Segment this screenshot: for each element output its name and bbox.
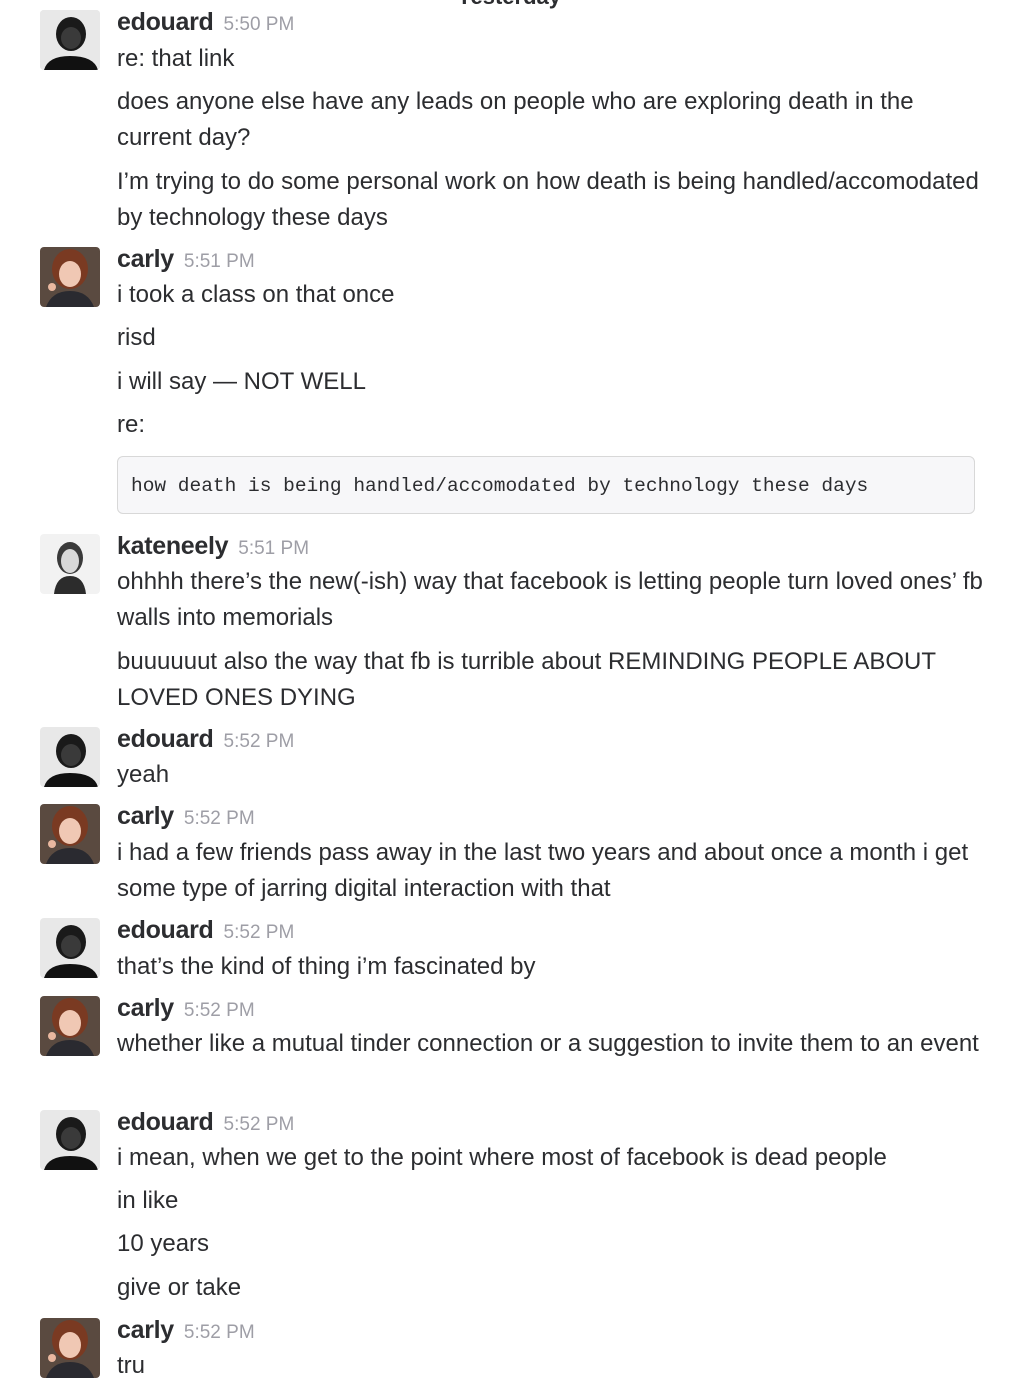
message-text: risd: [117, 324, 156, 351]
avatar-carly[interactable]: [40, 996, 100, 1056]
username[interactable]: carly: [117, 1316, 174, 1344]
avatar-carly[interactable]: [40, 804, 100, 864]
message-text: i will say — NOT WELL: [117, 368, 366, 395]
message-text: i mean, when we get to the point where m…: [117, 1144, 887, 1171]
timestamp[interactable]: 5:52 PM: [224, 1114, 295, 1135]
timestamp[interactable]: 5:52 PM: [184, 1000, 255, 1021]
username[interactable]: edouard: [117, 916, 214, 944]
avatar-edouard[interactable]: [40, 10, 100, 70]
message-text: ohhhh there’s the new(-ish) way that fac…: [117, 568, 983, 631]
username[interactable]: edouard: [117, 1108, 214, 1136]
message-text: I’m trying to do some personal work on h…: [117, 168, 979, 231]
message-text: 10 years: [117, 1230, 210, 1257]
timestamp[interactable]: 5:50 PM: [224, 14, 295, 35]
message-text: i took a class on that once: [117, 281, 395, 308]
message-text: buuuuuut also the way that fb is turribl…: [117, 648, 936, 711]
avatar-edouard[interactable]: [40, 727, 100, 787]
message-text: tru: [117, 1352, 146, 1379]
message-text: that’s the kind of thing i’m fascinated …: [117, 953, 536, 980]
message-text: yeah: [117, 761, 170, 788]
username[interactable]: carly: [117, 994, 174, 1022]
message-text: in like: [117, 1187, 179, 1214]
timestamp[interactable]: 5:51 PM: [184, 251, 255, 272]
username[interactable]: edouard: [117, 8, 214, 36]
code-block: how death is being handled/accomodated b…: [117, 456, 975, 514]
message-text: does anyone else have any leads on peopl…: [117, 88, 914, 151]
message-text: whether like a mutual tinder connection …: [117, 1030, 979, 1057]
username[interactable]: carly: [117, 802, 174, 830]
avatar-carly[interactable]: [40, 1318, 100, 1378]
username[interactable]: edouard: [117, 725, 214, 753]
avatar-carly[interactable]: [40, 247, 100, 307]
message-text: re: that link: [117, 45, 235, 72]
timestamp[interactable]: 5:52 PM: [184, 808, 255, 829]
username[interactable]: carly: [117, 245, 174, 273]
avatar-edouard[interactable]: [40, 918, 100, 978]
avatar-kateneely[interactable]: [40, 534, 100, 594]
username[interactable]: kateneely: [117, 532, 229, 560]
timestamp[interactable]: 5:52 PM: [224, 731, 295, 752]
timestamp[interactable]: 5:51 PM: [238, 538, 309, 559]
message-text: re:: [117, 411, 146, 438]
timestamp[interactable]: 5:52 PM: [184, 1322, 255, 1343]
message-text: give or take: [117, 1274, 242, 1301]
avatar-edouard[interactable]: [40, 1110, 100, 1170]
message-text: i had a few friends pass away in the las…: [117, 839, 969, 902]
timestamp[interactable]: 5:52 PM: [224, 922, 295, 943]
